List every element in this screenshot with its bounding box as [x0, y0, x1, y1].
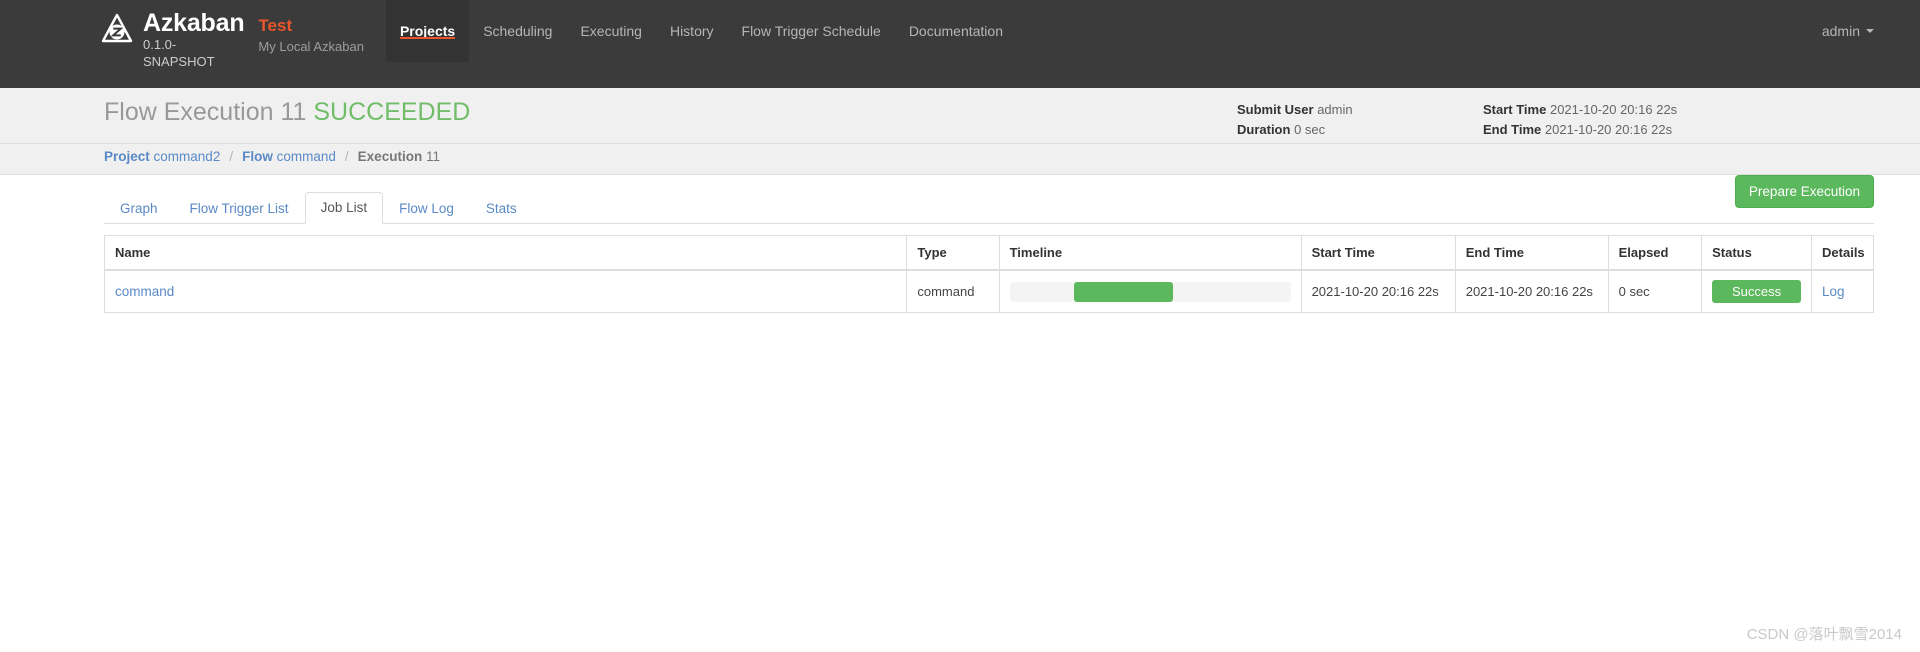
timeline-bar [1074, 281, 1173, 302]
table-header-row: Name Type Timeline Start Time End Time E… [104, 235, 1874, 271]
cell-job-type: command [906, 270, 1000, 313]
column-header-elapsed: Elapsed [1607, 235, 1702, 271]
cell-job-elapsed: 0 sec [1607, 270, 1702, 313]
start-time-label: Start Time [1483, 102, 1547, 117]
watermark: CSDN @落叶飘雪2014 [1746, 626, 1902, 643]
breadcrumb-execution-value: 11 [425, 149, 440, 164]
nav-item-scheduling[interactable]: Scheduling [469, 0, 566, 62]
instance-name: Test [258, 16, 293, 35]
cell-job-details: Log [1811, 270, 1874, 313]
breadcrumb-flow-value: command [276, 149, 336, 164]
submit-user-value: admin [1317, 102, 1353, 117]
duration-label: Duration [1237, 122, 1291, 137]
brand-version: 0.1.0-SNAPSHOT [143, 37, 215, 69]
execution-meta-right: Start Time 2021-10-20 20:16 22s End Time… [1483, 100, 1677, 140]
prepare-execution-button[interactable]: Prepare Execution [1734, 175, 1874, 208]
submit-user-label: Submit User [1237, 102, 1314, 117]
breadcrumb-flow-label: Flow [242, 149, 273, 164]
breadcrumb-flow[interactable]: Flow command [242, 149, 336, 164]
brand-name: Azkaban [143, 9, 245, 37]
page-title: Flow Execution 11 SUCCEEDED [104, 98, 470, 127]
tab-graph[interactable]: Graph [104, 193, 174, 224]
job-log-link[interactable]: Log [1822, 284, 1845, 299]
status-badge: Success [1712, 280, 1802, 303]
breadcrumb-project[interactable]: Project command2 [104, 149, 220, 164]
end-time-row: End Time 2021-10-20 20:16 22s [1483, 120, 1677, 140]
breadcrumb-project-label: Project [104, 149, 150, 164]
cell-job-name: command [105, 270, 907, 313]
column-header-start-time: Start Time [1300, 235, 1456, 271]
table-row: command command 2021-10-20 20:16 22s 202… [105, 270, 1874, 313]
tab-flow-log[interactable]: Flow Log [383, 193, 470, 224]
nav-item-flow-trigger-schedule[interactable]: Flow Trigger Schedule [728, 0, 895, 62]
tab-stats[interactable]: Stats [470, 193, 533, 224]
cell-job-status: Success [1701, 270, 1812, 313]
execution-meta-left: Submit User admin Duration 0 sec [1237, 100, 1353, 140]
breadcrumb: Project command2 / Flow command / Execut… [104, 149, 440, 164]
breadcrumb-execution: Execution 11 [358, 149, 440, 164]
user-menu-label: admin [1821, 23, 1860, 39]
breadcrumb-execution-label: Execution [357, 149, 423, 164]
chevron-down-icon [1866, 29, 1874, 33]
nav-right: admin [1822, 0, 1874, 62]
breadcrumb-project-value: command2 [153, 149, 221, 164]
tab-flow-trigger-list[interactable]: Flow Trigger List [174, 193, 305, 224]
submit-user-row: Submit User admin [1237, 100, 1353, 120]
duration-value: 0 sec [1294, 122, 1326, 137]
breadcrumb-separator-1: / [229, 149, 234, 164]
column-header-end-time: End Time [1454, 235, 1609, 271]
job-list-table-wrapper: Name Type Timeline Start Time End Time E… [104, 235, 1874, 313]
instance-subtitle: My Local Azkaban [258, 39, 364, 54]
main-content: Graph Flow Trigger List Job List Flow Lo… [0, 175, 1920, 652]
column-header-details: Details [1811, 235, 1874, 271]
execution-summary-band: Flow Execution 11 SUCCEEDED Submit User … [0, 88, 1920, 144]
breadcrumb-band: Project command2 / Flow command / Execut… [0, 144, 1920, 175]
start-time-row: Start Time 2021-10-20 20:16 22s [1483, 100, 1677, 120]
tab-job-list[interactable]: Job List [304, 192, 384, 224]
brand-block[interactable]: Azkaban 0.1.0-SNAPSHOT Test My Local Azk… [0, 0, 364, 70]
start-time-value: 2021-10-20 20:16 22s [1549, 102, 1678, 117]
end-time-value: 2021-10-20 20:16 22s [1544, 122, 1673, 137]
column-header-status: Status [1701, 235, 1812, 271]
job-list-table: Name Type Timeline Start Time End Time E… [104, 235, 1874, 313]
active-nav-underline [399, 37, 456, 39]
execution-status: SUCCEEDED [313, 98, 471, 126]
nav-item-executing[interactable]: Executing [566, 0, 655, 62]
azkaban-logo-icon [100, 12, 134, 46]
column-header-name: Name [104, 235, 907, 271]
end-time-label: End Time [1483, 122, 1542, 137]
column-header-timeline: Timeline [998, 235, 1302, 271]
top-navbar: Azkaban 0.1.0-SNAPSHOT Test My Local Azk… [0, 0, 1920, 88]
tab-bar: Graph Flow Trigger List Job List Flow Lo… [104, 192, 1874, 224]
page-title-text: Flow Execution 11 [104, 98, 307, 126]
nav-item-projects[interactable]: Projects [385, 0, 470, 62]
user-menu[interactable]: admin [1822, 23, 1874, 39]
nav-item-history[interactable]: History [656, 0, 728, 62]
cell-job-end-time: 2021-10-20 20:16 22s [1454, 270, 1609, 313]
column-header-type: Type [906, 235, 1000, 271]
breadcrumb-separator-2: / [344, 149, 349, 164]
cell-job-start-time: 2021-10-20 20:16 22s [1300, 270, 1456, 313]
nav-links: Projects Scheduling Executing History Fl… [385, 0, 1017, 62]
cell-job-timeline [998, 270, 1302, 313]
duration-row: Duration 0 sec [1237, 120, 1353, 140]
nav-item-documentation[interactable]: Documentation [895, 0, 1017, 62]
timeline-track [1009, 281, 1291, 302]
job-name-link[interactable]: command [115, 284, 174, 299]
